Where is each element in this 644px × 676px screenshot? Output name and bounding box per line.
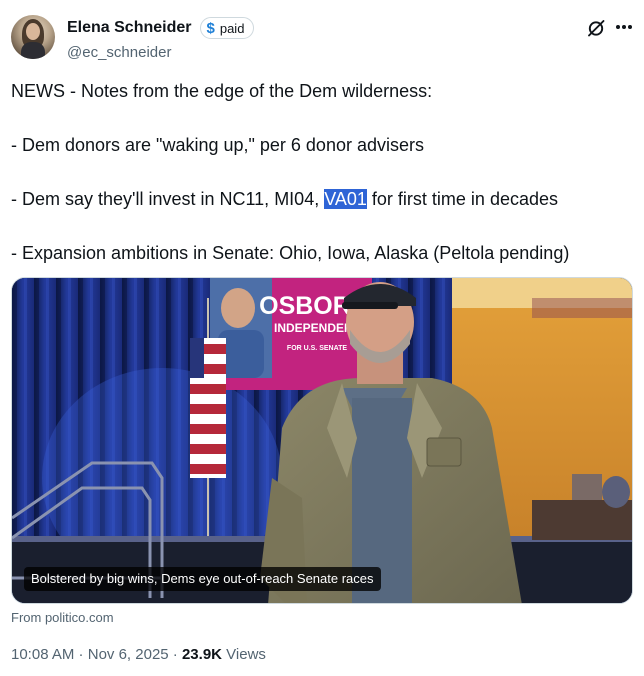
tweet-line: - Dem say they'll invest in NC11, MI04, … xyxy=(11,186,632,213)
sign-small: FOR U.S. SENATE xyxy=(287,345,347,352)
tweet-line: - Dem donors are "waking up," per 6 dono… xyxy=(11,135,424,155)
meta-separator: · xyxy=(168,646,182,663)
views-count: 23.9K xyxy=(181,646,222,663)
tweet-line: NEWS - Notes from the edge of the Dem wi… xyxy=(11,81,433,101)
tweet-line-part: for first time in decades xyxy=(366,189,558,209)
tweet-time[interactable]: 10:08 AM xyxy=(11,646,74,663)
news-photo: OSBORN INDEPENDENT FOR U.S. SENATE xyxy=(12,278,632,603)
author-display-name[interactable]: Elena Schneider xyxy=(67,19,192,37)
grok-icon[interactable] xyxy=(586,18,606,38)
tweet-meta: 10:08 AM · Nov 6, 2025 · 23.9K Views xyxy=(11,646,266,663)
author-name-row: Elena Schneider $ paid xyxy=(67,16,255,40)
dollar-icon: $ xyxy=(206,19,215,37)
link-source[interactable]: From politico.com xyxy=(11,610,114,625)
tweet-text: NEWS - Notes from the edge of the Dem wi… xyxy=(11,78,632,267)
selected-text[interactable]: VA01 xyxy=(324,189,367,209)
author-handle[interactable]: @ec_schneider xyxy=(67,44,171,61)
paid-badge-label: paid xyxy=(219,20,245,36)
tweet-line-part: - Dem say they'll invest in NC11, MI04, xyxy=(11,189,325,209)
tweet-header: Elena Schneider $ paid @ec_schneider xyxy=(11,12,632,61)
tweet-line: - Expansion ambitions in Senate: Ohio, I… xyxy=(11,243,570,263)
meta-separator: · xyxy=(74,646,88,663)
avatar[interactable] xyxy=(11,15,55,59)
link-card-image[interactable]: OSBORN INDEPENDENT FOR U.S. SENATE Bolst… xyxy=(11,277,633,604)
image-caption: Bolstered by big wins, Dems eye out-of-r… xyxy=(24,567,381,591)
paid-badge[interactable]: $ paid xyxy=(199,17,255,39)
tweet-date[interactable]: Nov 6, 2025 xyxy=(88,646,169,663)
more-icon[interactable] xyxy=(616,25,632,29)
views-label: Views xyxy=(226,646,266,663)
